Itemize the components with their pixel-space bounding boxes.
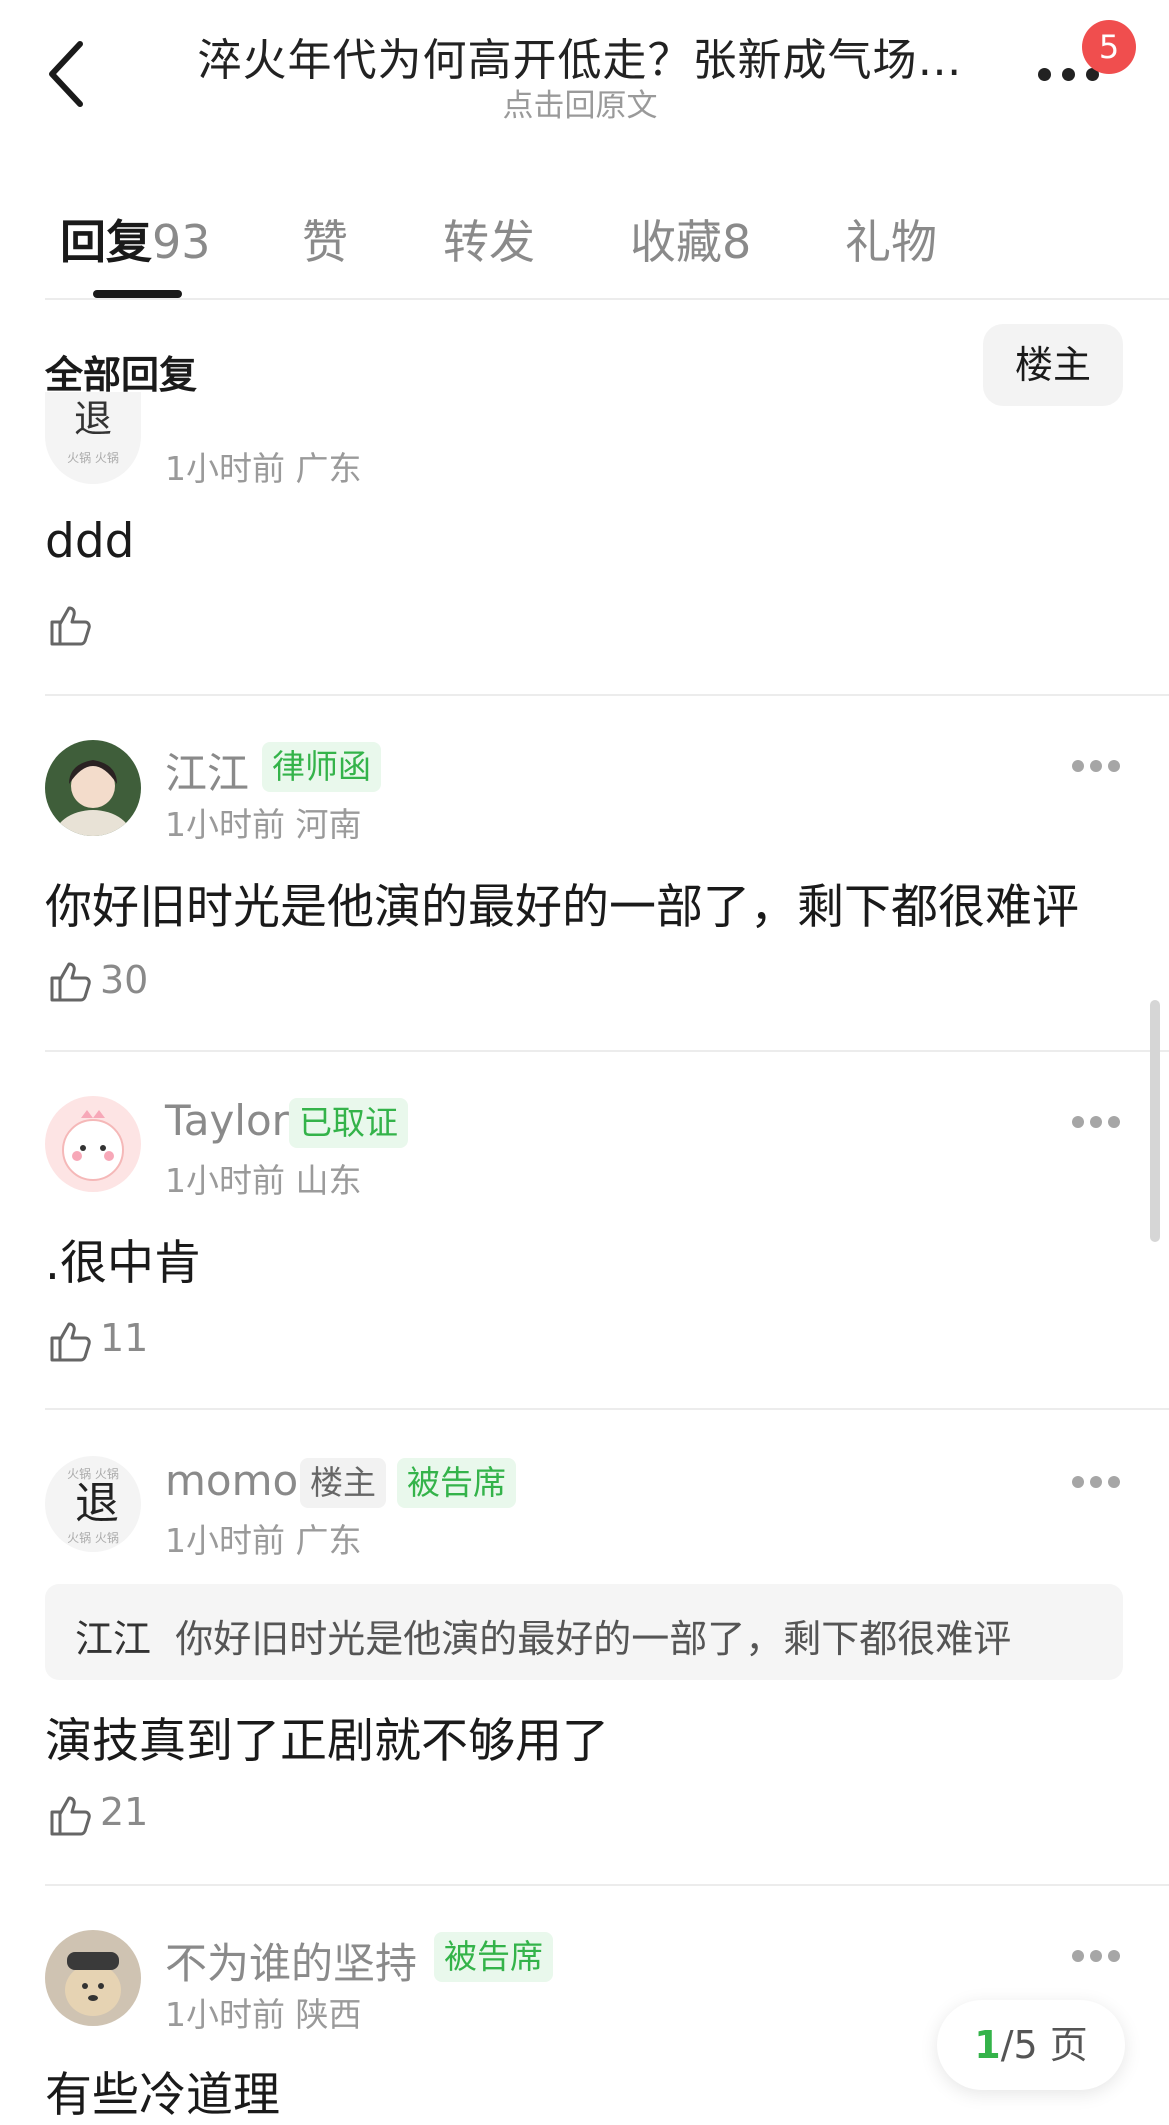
- quoted-text: 你好旧时光是他演的最好的一部了，剩下都很难评: [175, 1617, 1012, 1661]
- thumbs-up-icon: [50, 1796, 91, 1836]
- comment-location: 广东: [295, 1521, 362, 1560]
- comment-time: 1小时前: [165, 805, 285, 844]
- back-to-original-link[interactable]: 点击回原文: [160, 80, 1000, 125]
- avatar[interactable]: 退 火锅 火锅 火锅 火锅: [45, 1456, 141, 1552]
- divider: [45, 298, 1169, 300]
- dot-icon: [1062, 68, 1075, 81]
- svg-text:火锅 火锅: 火锅 火锅: [67, 1466, 119, 1481]
- comment-location: 陕西: [295, 1995, 362, 2034]
- divider: [45, 694, 1169, 696]
- comment-more-button[interactable]: [1072, 1116, 1120, 1130]
- like-count: 11: [100, 1316, 149, 1360]
- username[interactable]: 江江: [165, 740, 249, 801]
- like-button[interactable]: [48, 602, 94, 648]
- divider: [45, 1884, 1169, 1886]
- chevron-left-icon: [49, 41, 83, 107]
- thumbs-up-icon: [50, 1322, 91, 1362]
- avatar[interactable]: 退 火锅 火锅: [45, 392, 141, 484]
- comment-more-button[interactable]: [1072, 1950, 1120, 1964]
- svg-text:火锅 火锅: 火锅 火锅: [67, 1530, 119, 1545]
- page-title: 淬火年代为何高开低走？张新成气场…: [197, 35, 963, 86]
- user-tag: 被告席: [434, 1932, 553, 1982]
- comment-text: .很中肯: [45, 1236, 201, 1291]
- thumbs-up-icon: [50, 606, 91, 646]
- active-tab-indicator: [93, 290, 182, 298]
- quoted-username: 江江: [75, 1617, 152, 1661]
- comment-meta: 1小时前 广东: [165, 442, 362, 490]
- username[interactable]: momo: [165, 1456, 298, 1505]
- svg-text:火锅 火锅: 火锅 火锅: [67, 450, 119, 465]
- quoted-reply-text: 江江 你好旧时光是他演的最好的一部了，剩下都很难评: [75, 1608, 1011, 1663]
- like-count: 30: [100, 958, 149, 1002]
- scrollbar[interactable]: [1150, 1000, 1160, 1242]
- comment-time: 1小时前: [165, 449, 285, 488]
- username[interactable]: 不为谁的坚持: [165, 1930, 417, 1991]
- divider: [45, 1050, 1169, 1052]
- avatar[interactable]: [45, 1930, 141, 2026]
- comment-location: 河南: [295, 805, 362, 844]
- user-tag: 被告席: [397, 1458, 516, 1508]
- page-indicator[interactable]: 1/5 页: [937, 2000, 1125, 2090]
- like-count: 21: [100, 1790, 149, 1834]
- section-title: 全部回复: [45, 353, 198, 397]
- like-button[interactable]: [48, 958, 94, 1004]
- notification-badge: 5: [1082, 20, 1136, 74]
- comment-meta: 1小时前 陕西: [165, 1988, 362, 2036]
- tab-count: 93: [152, 215, 211, 269]
- username[interactable]: Taylor: [165, 1096, 289, 1145]
- total-pages: /5 页: [1000, 2023, 1088, 2067]
- op-tag: 楼主: [300, 1458, 386, 1508]
- tab-label: 收藏: [630, 215, 722, 269]
- current-page: 1: [974, 2023, 1001, 2067]
- dot-icon: [1038, 68, 1051, 81]
- comment-location: 山东: [295, 1161, 362, 1200]
- comment-more-button[interactable]: [1072, 1476, 1120, 1490]
- comment-meta: 1小时前 河南: [165, 798, 362, 846]
- tab-replies[interactable]: 回复93: [60, 206, 211, 272]
- svg-text:退: 退: [75, 1478, 119, 1529]
- tab-likes[interactable]: 赞: [302, 206, 348, 272]
- comment-time: 1小时前: [165, 1521, 285, 1560]
- comment-time: 1小时前: [165, 1161, 285, 1200]
- comment-text: 你好旧时光是他演的最好的一部了，剩下都很难评: [45, 880, 1079, 935]
- tab-label: 转发: [443, 215, 535, 269]
- user-tag: 已取证: [289, 1098, 408, 1148]
- comment-text: 有些冷道理: [45, 2068, 280, 2123]
- tab-label: 回复: [60, 215, 152, 269]
- like-button[interactable]: [48, 1318, 94, 1364]
- comment-meta: 1小时前 广东: [165, 1514, 362, 1562]
- tab-favorites[interactable]: 收藏8: [630, 206, 751, 272]
- comment-text: ddd: [45, 514, 135, 569]
- comment-time: 1小时前: [165, 1995, 285, 2034]
- tab-label: 礼物: [845, 215, 937, 269]
- back-button[interactable]: [40, 34, 100, 114]
- tab-reposts[interactable]: 转发: [443, 206, 535, 272]
- like-button[interactable]: [48, 1792, 94, 1838]
- divider: [45, 1408, 1169, 1410]
- avatar[interactable]: [45, 1096, 141, 1192]
- comment-meta: 1小时前 山东: [165, 1154, 362, 1202]
- comment-location: 广东: [295, 449, 362, 488]
- thumbs-up-icon: [50, 962, 91, 1002]
- user-tag: 律师函: [262, 742, 381, 792]
- op-filter-button[interactable]: 楼主: [983, 324, 1123, 406]
- tab-count: 8: [722, 215, 752, 269]
- tab-label: 赞: [302, 215, 348, 269]
- comment-more-button[interactable]: [1072, 760, 1120, 774]
- tab-gifts[interactable]: 礼物: [845, 206, 937, 272]
- svg-text:退: 退: [74, 397, 112, 441]
- comment-text: 演技真到了正剧就不够用了: [45, 1714, 609, 1769]
- avatar[interactable]: [45, 740, 141, 836]
